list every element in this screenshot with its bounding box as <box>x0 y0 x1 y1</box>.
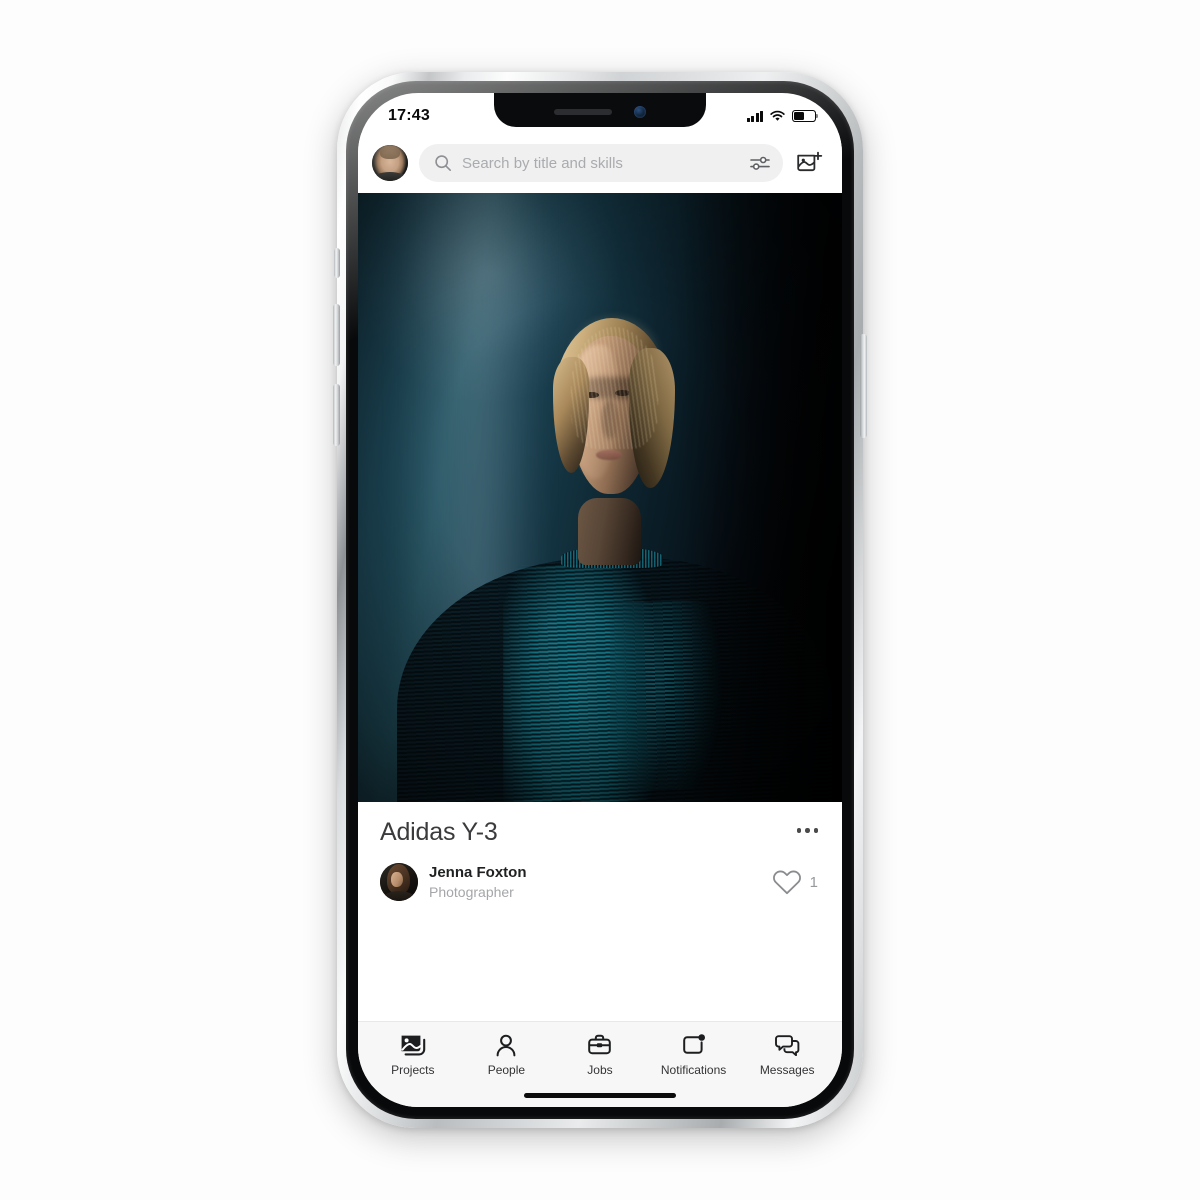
post-title-row: Adidas Y-3 <box>380 818 820 847</box>
search-input[interactable]: Search by title and skills <box>419 144 783 182</box>
tab-messages[interactable]: Messages <box>740 1033 834 1077</box>
notch <box>494 93 706 127</box>
person-icon <box>495 1033 517 1057</box>
mute-switch-button[interactable] <box>334 248 340 278</box>
status-icons <box>746 110 819 122</box>
post-meta: Adidas Y-3 Jenna Foxton Photographer 1 <box>358 802 842 902</box>
wifi-icon <box>770 110 785 121</box>
home-indicator[interactable] <box>524 1093 676 1098</box>
tab-label: Messages <box>759 1063 815 1077</box>
page-title: Adidas Y-3 <box>380 818 498 846</box>
messages-icon <box>774 1033 800 1057</box>
photo-vignette <box>358 193 842 802</box>
briefcase-icon <box>587 1033 612 1057</box>
author-row: Jenna Foxton Photographer 1 <box>380 863 820 902</box>
speaker-grille-icon <box>554 109 612 115</box>
tab-label: People <box>487 1063 526 1077</box>
tab-notifications[interactable]: Notifications <box>647 1033 741 1077</box>
search-icon <box>435 155 452 172</box>
phone-device-frame: 17:43 Search by title and skills Adidas … <box>333 72 867 1128</box>
like-button[interactable]: 1 <box>772 869 820 896</box>
add-photo-button[interactable] <box>794 148 824 178</box>
avatar[interactable] <box>372 145 408 181</box>
app-bar: Search by title and skills <box>358 133 842 193</box>
phone-screen: 17:43 Search by title and skills Adidas … <box>358 93 842 1107</box>
tab-people[interactable]: People <box>460 1033 554 1077</box>
battery-icon <box>792 110 819 122</box>
author-text: Jenna Foxton Photographer <box>429 863 527 901</box>
author-role: Photographer <box>429 883 514 900</box>
filter-sliders-icon[interactable] <box>749 154 771 172</box>
add-photo-icon <box>796 151 822 172</box>
tab-jobs[interactable]: Jobs <box>553 1033 647 1077</box>
tab-label: Projects <box>391 1063 435 1077</box>
volume-up-button[interactable] <box>333 304 340 366</box>
author-avatar[interactable] <box>380 863 418 902</box>
volume-down-button[interactable] <box>333 384 340 446</box>
cellular-signal-icon <box>746 110 763 122</box>
notifications-icon <box>682 1033 706 1057</box>
post-image[interactable] <box>358 193 842 802</box>
search-placeholder: Search by title and skills <box>462 154 623 172</box>
heart-outline-icon[interactable] <box>772 869 802 896</box>
like-count: 1 <box>809 873 818 891</box>
tab-label: Jobs <box>587 1063 613 1077</box>
projects-image-icon <box>400 1033 426 1057</box>
tab-projects[interactable]: Projects <box>366 1033 460 1077</box>
author-info[interactable]: Jenna Foxton Photographer <box>380 863 527 902</box>
power-button[interactable] <box>860 334 867 438</box>
notification-badge-dot <box>697 1034 705 1041</box>
front-camera-icon <box>634 106 646 118</box>
status-time: 17:43 <box>388 107 430 124</box>
more-options-icon[interactable] <box>787 818 821 833</box>
tab-label: Notifications <box>660 1063 727 1077</box>
author-name: Jenna Foxton <box>429 864 527 881</box>
